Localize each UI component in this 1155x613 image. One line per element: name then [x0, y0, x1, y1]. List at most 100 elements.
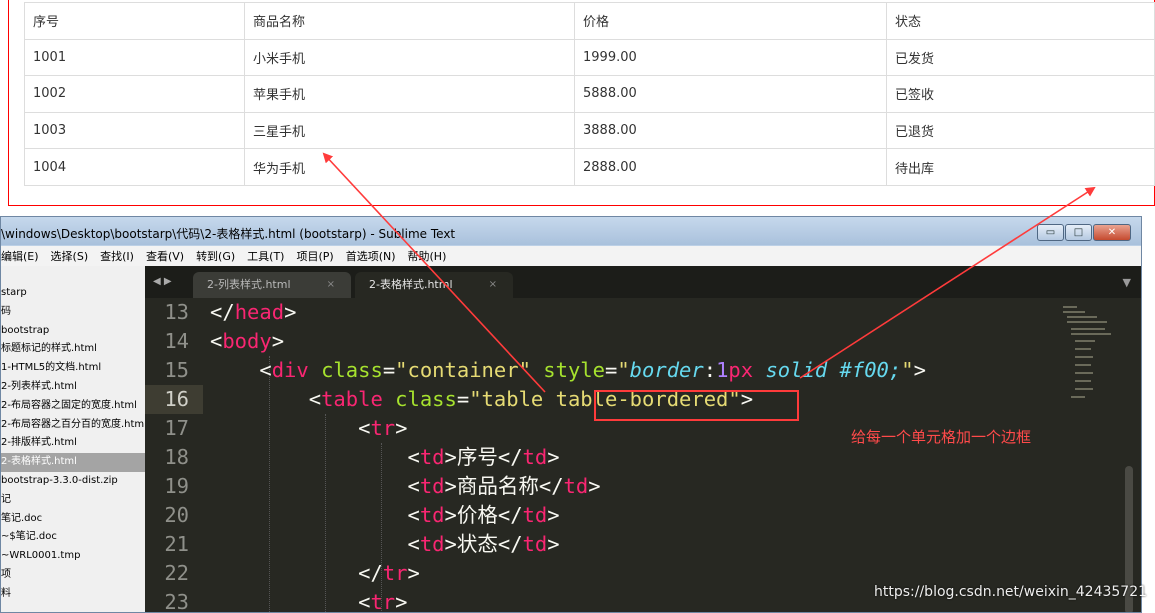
line-number: 21	[164, 532, 189, 556]
sidebar-item[interactable]: 2-排版样式.html	[1, 434, 145, 453]
sidebar-item[interactable]: 1-HTML5的文档.html	[1, 359, 145, 378]
table-row: 1002 苹果手机 5888.00 已签收	[24, 75, 1155, 113]
menu-bar: 编辑(E) 选择(S) 查找(I) 查看(V) 转到(G) 工具(T) 项目(P…	[1, 246, 1141, 266]
product-table: 序号 商品名称 价格 状态 1001 小米手机 1999.00 已发货 1002…	[24, 2, 1155, 186]
sidebar-item[interactable]: 记	[1, 491, 145, 510]
sidebar-item[interactable]: ~WRL0001.tmp	[1, 547, 145, 566]
table-cell: 3888.00	[574, 111, 887, 150]
line-number: 14	[164, 329, 189, 353]
code-text: </tr>	[210, 561, 420, 585]
table-row: 1004 华为手机 2888.00 待出库	[24, 148, 1155, 186]
code-text: <body>	[210, 329, 285, 353]
sidebar-item[interactable]: 项	[1, 566, 145, 585]
sidebar-item[interactable]: 2-列表样式.html	[1, 378, 145, 397]
annotation-text: 给每一个单元格加一个边框	[851, 428, 1032, 446]
line-number: 13	[164, 300, 189, 324]
tab-list-style[interactable]: 2-列表样式.html ×	[193, 272, 351, 298]
code-line: 20 <td>价格</td>	[145, 501, 1045, 530]
table-cell: 已签收	[886, 75, 1155, 113]
code-line: 15 <div class="container" style="border:…	[145, 356, 1045, 385]
table-cell: 待出库	[886, 148, 1155, 186]
sidebar-item[interactable]: bootstrap-3.3.0-dist.zip	[1, 472, 145, 491]
menu-preferences[interactable]: 首选项(N)	[346, 248, 396, 264]
tab-table-style[interactable]: 2-表格样式.html ×	[355, 272, 513, 298]
tab-label: 2-列表样式.html	[207, 278, 291, 291]
code-text: <td>价格</td>	[210, 503, 560, 527]
menu-project[interactable]: 项目(P)	[296, 248, 333, 264]
line-number: 19	[164, 474, 189, 498]
table-cell: 已退货	[886, 111, 1155, 150]
tab-label: 2-表格样式.html	[369, 278, 453, 291]
tab-nav-arrows[interactable]: ◀ ▶	[153, 276, 172, 287]
table-row: 1001 小米手机 1999.00 已发货	[24, 38, 1155, 77]
tab-close-icon[interactable]: ×	[489, 272, 497, 298]
sidebar-item[interactable]: 料	[1, 585, 145, 604]
sidebar-item[interactable]: 2-布局容器之百分百的宽度.html	[1, 416, 145, 435]
code-text: <div class="container" style="border:1px…	[210, 358, 926, 382]
highlight-box	[594, 390, 799, 421]
table-cell: 1003	[24, 111, 245, 150]
table-cell: 1004	[24, 148, 245, 186]
code-text: </head>	[210, 300, 297, 324]
watermark-text: https://blog.csdn.net/weixin_42435721	[874, 584, 1148, 600]
table-cell: 1001	[24, 38, 245, 77]
close-button[interactable]: ✕	[1093, 224, 1131, 241]
minimap[interactable]	[1061, 302, 1113, 412]
line-number: 22	[164, 561, 189, 585]
sidebar-item[interactable]: 2-表格样式.html	[1, 453, 145, 472]
menu-edit[interactable]: 编辑(E)	[1, 248, 39, 264]
code-line: 21 <td>状态</td>	[145, 530, 1045, 559]
table-cell: 已发货	[886, 38, 1155, 77]
code-line: 19 <td>商品名称</td>	[145, 472, 1045, 501]
menu-tools[interactable]: 工具(T)	[247, 248, 284, 264]
sidebar-item[interactable]: 2-布局容器之固定的宽度.html	[1, 397, 145, 416]
code-line: 18 <td>序号</td>	[145, 443, 1045, 472]
table-row: 序号 商品名称 价格 状态	[24, 2, 1155, 40]
table-row: 1003 三星手机 3888.00 已退货	[24, 111, 1155, 150]
sidebar-item[interactable]: 码	[1, 303, 145, 322]
menu-goto[interactable]: 转到(G)	[196, 248, 235, 264]
tab-bar: ◀ ▶ 2-列表样式.html × 2-表格样式.html × ▼	[145, 266, 1141, 298]
code-text: <tr>	[210, 416, 408, 440]
menu-help[interactable]: 帮助(H)	[408, 248, 447, 264]
title-bar[interactable]: \windows\Desktop\bootstarp\代码\2-表格样式.htm…	[1, 217, 1141, 245]
window-title: \windows\Desktop\bootstarp\代码\2-表格样式.htm…	[1, 227, 456, 241]
code-line: 13 </head>	[145, 298, 1045, 327]
line-number: 17	[164, 416, 189, 440]
line-number: 18	[164, 445, 189, 469]
tab-close-icon[interactable]: ×	[327, 272, 335, 298]
code-text: <td>商品名称</td>	[210, 474, 601, 498]
table-cell: 苹果手机	[244, 75, 575, 113]
code-editor[interactable]: 13 </head> 14 <body> 15 <div class="containe…	[145, 298, 1045, 612]
sidebar-item[interactable]: bootstrap	[1, 322, 145, 341]
sidebar-item[interactable]: 笔记.doc	[1, 510, 145, 529]
tab-dropdown-icon[interactable]: ▼	[1123, 276, 1131, 289]
menu-find[interactable]: 查找(I)	[100, 248, 134, 264]
sidebar: starp 码 bootstrap 标题标记的样式.html 1-HTML5的文档.ht…	[1, 266, 145, 612]
line-number: 16	[164, 387, 189, 411]
sidebar-item[interactable]: starp	[1, 284, 145, 303]
maximize-button[interactable]: □	[1065, 224, 1092, 241]
editor-area: ◀ ▶ 2-列表样式.html × 2-表格样式.html × ▼ 13 </he…	[145, 266, 1141, 612]
sidebar-item[interactable]: 标题标记的样式.html	[1, 340, 145, 359]
rendered-container: 序号 商品名称 价格 状态 1001 小米手机 1999.00 已发货 1002…	[8, 0, 1155, 206]
minimize-button[interactable]: ▭	[1037, 224, 1064, 241]
table-cell: 三星手机	[244, 111, 575, 150]
table-cell: 2888.00	[574, 148, 887, 186]
menu-selection[interactable]: 选择(S)	[51, 248, 89, 264]
code-text: <td>序号</td>	[210, 445, 560, 469]
table-cell: 价格	[574, 2, 887, 40]
table-cell: 商品名称	[244, 2, 575, 40]
menu-view[interactable]: 查看(V)	[146, 248, 184, 264]
table-cell: 华为手机	[244, 148, 575, 186]
window-controls: ▭ □ ✕	[1036, 224, 1131, 242]
line-number: 15	[164, 358, 189, 382]
line-number: 20	[164, 503, 189, 527]
table-cell: 1999.00	[574, 38, 887, 77]
sublime-window: \windows\Desktop\bootstarp\代码\2-表格样式.htm…	[0, 216, 1142, 613]
table-cell: 序号	[24, 2, 245, 40]
sidebar-item[interactable]: ~$笔记.doc	[1, 528, 145, 547]
table-cell: 小米手机	[244, 38, 575, 77]
code-text: <td>状态</td>	[210, 532, 560, 556]
table-cell: 5888.00	[574, 75, 887, 113]
